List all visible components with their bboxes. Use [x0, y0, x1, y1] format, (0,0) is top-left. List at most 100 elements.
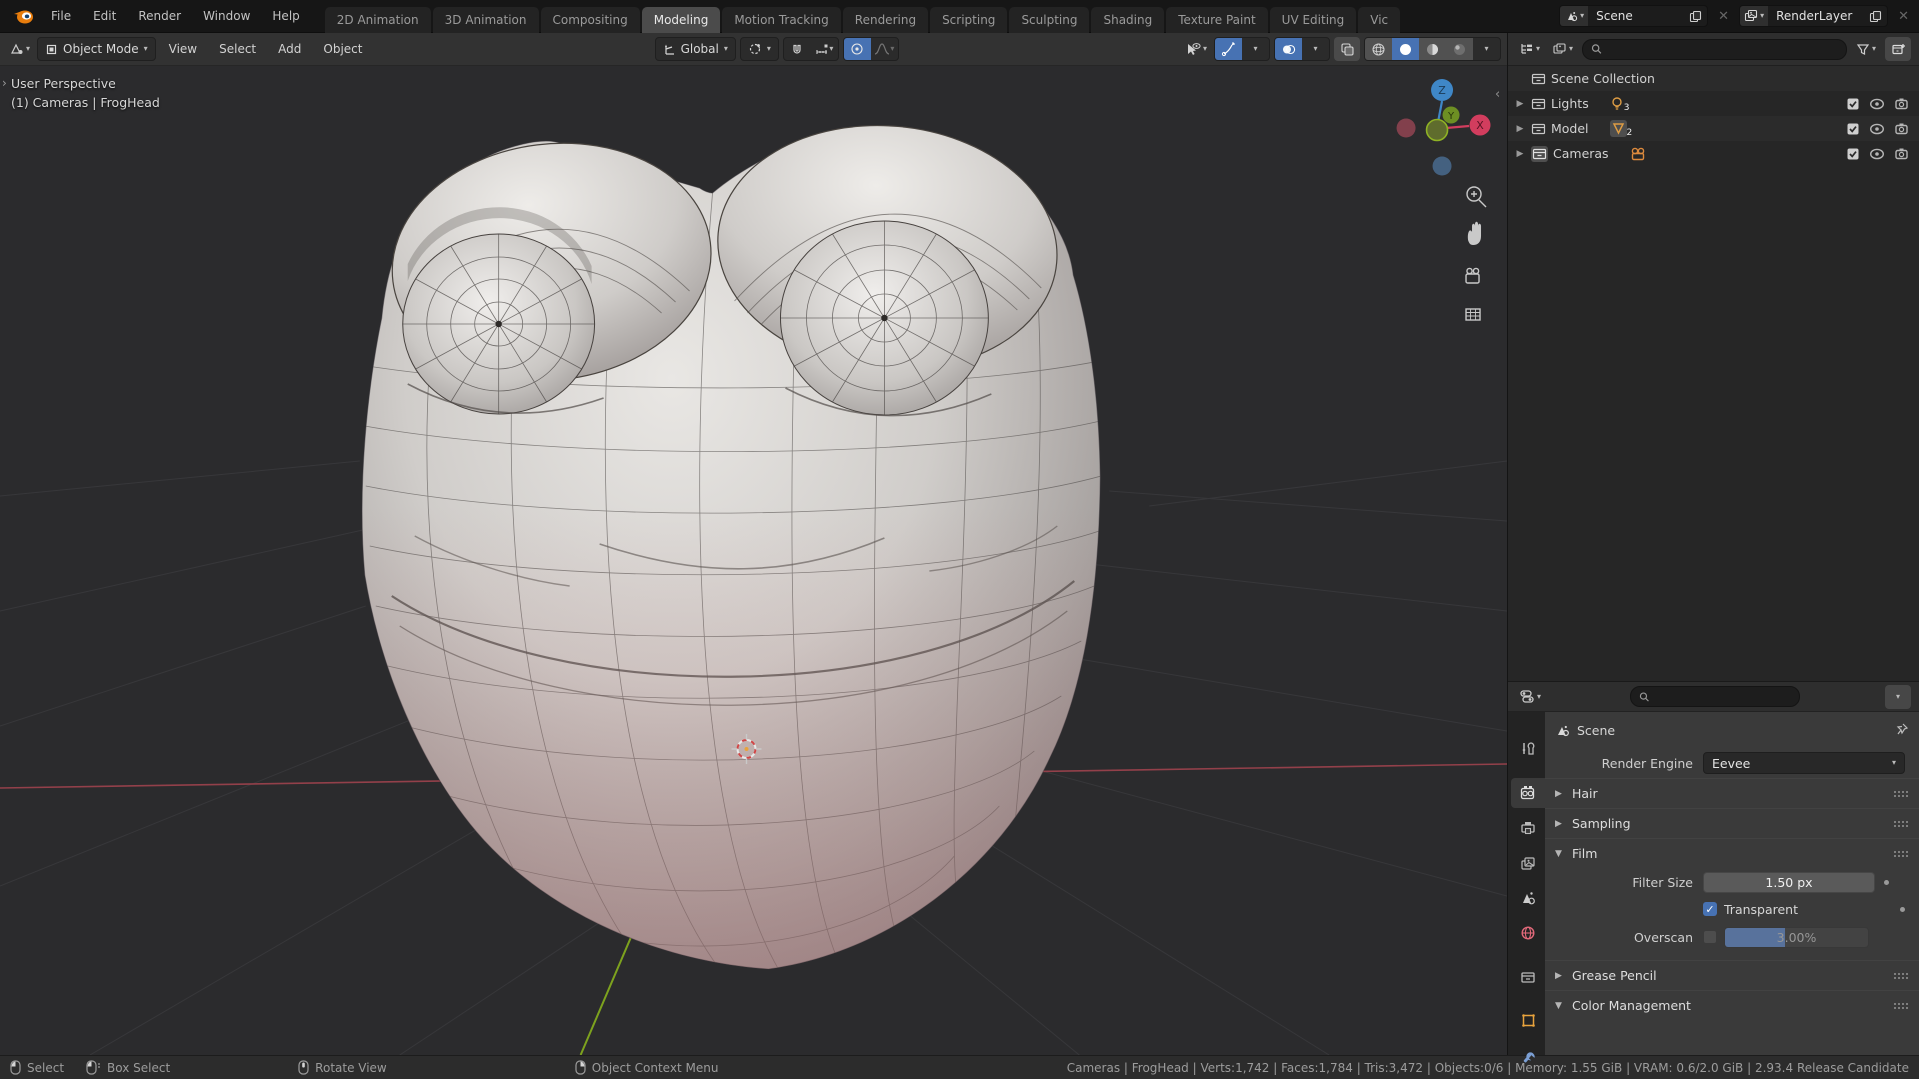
menu-object[interactable]: Object: [314, 37, 371, 61]
menu-view[interactable]: View: [160, 37, 206, 61]
mode-dropdown[interactable]: Object Mode ▾: [37, 37, 156, 61]
render-engine-dropdown[interactable]: Eevee ▾: [1703, 752, 1905, 774]
tab-uv-editing[interactable]: UV Editing: [1269, 6, 1357, 33]
panel-drag-grip[interactable]: [1893, 819, 1909, 828]
shading-solid-button[interactable]: [1392, 38, 1420, 60]
panel-drag-grip[interactable]: [1893, 789, 1909, 798]
shading-wireframe-button[interactable]: [1365, 38, 1393, 60]
gizmo-z-neg-axis[interactable]: [1432, 156, 1452, 176]
pivot-point-dropdown[interactable]: ▾: [739, 37, 779, 61]
properties-options-dropdown[interactable]: ▾: [1884, 684, 1911, 709]
menu-select[interactable]: Select: [210, 37, 265, 61]
menu-help[interactable]: Help: [261, 0, 310, 33]
outliner-search-input[interactable]: [1608, 42, 1838, 56]
shading-rendered-button[interactable]: [1446, 38, 1474, 60]
tab-compositing[interactable]: Compositing: [540, 6, 640, 33]
outliner-editor-type-button[interactable]: ▾: [1516, 37, 1543, 61]
render-layer-name[interactable]: RenderLayer: [1768, 9, 1864, 23]
hide-eye-icon[interactable]: [1869, 148, 1885, 160]
hide-eye-icon[interactable]: [1869, 123, 1885, 135]
proportional-edit-toggle[interactable]: [843, 38, 871, 60]
new-collection-button[interactable]: [1885, 37, 1911, 61]
region-collapse-arrow[interactable]: ‹: [1495, 87, 1500, 102]
animate-dot[interactable]: [1900, 906, 1905, 912]
snap-toggle-button[interactable]: [784, 38, 811, 60]
outliner-search[interactable]: [1582, 38, 1847, 60]
tab-view-layer-properties[interactable]: [1511, 849, 1545, 879]
tab-video-editing-truncated[interactable]: Vic: [1358, 6, 1401, 33]
hide-eye-icon[interactable]: [1869, 98, 1885, 110]
selectable-checkbox-icon[interactable]: [1846, 122, 1860, 136]
tab-modifier-properties[interactable]: [1511, 1042, 1545, 1072]
tab-modeling[interactable]: Modeling: [641, 6, 721, 33]
properties-editor-type-button[interactable]: ▾: [1516, 685, 1544, 709]
render-layer-remove-button[interactable]: ✕: [1894, 9, 1913, 24]
menu-edit[interactable]: Edit: [82, 0, 127, 33]
panel-color-management[interactable]: ▼ Color Management: [1545, 990, 1919, 1020]
panel-hair[interactable]: ▶ Hair: [1545, 778, 1919, 808]
snap-settings-dropdown[interactable]: ▾: [811, 38, 838, 60]
render-layer-browse-button[interactable]: ▾: [1740, 6, 1769, 26]
tab-shading[interactable]: Shading: [1091, 6, 1165, 33]
selectable-checkbox-icon[interactable]: [1846, 97, 1860, 111]
tab-texture-paint[interactable]: Texture Paint: [1166, 6, 1268, 33]
tab-scripting[interactable]: Scripting: [930, 6, 1008, 33]
properties-search[interactable]: [1629, 686, 1800, 707]
editor-type-button[interactable]: ▾: [6, 37, 33, 61]
properties-search-input[interactable]: [1655, 689, 1791, 704]
tab-sculpting[interactable]: Sculpting: [1009, 6, 1090, 33]
tab-collection-properties[interactable]: [1511, 962, 1545, 992]
scene-name[interactable]: Scene: [1588, 9, 1684, 23]
tab-rendering[interactable]: Rendering: [842, 6, 929, 33]
menu-window[interactable]: Window: [192, 0, 261, 33]
panel-film[interactable]: ▼ Film: [1545, 838, 1919, 868]
transparent-checkbox[interactable]: ✓: [1703, 902, 1717, 916]
tab-render-properties[interactable]: [1511, 778, 1545, 808]
outliner-display-mode-dropdown[interactable]: ▾: [1549, 37, 1576, 61]
toolbar-expand-arrow[interactable]: ›: [2, 76, 7, 90]
pin-icon[interactable]: [1895, 722, 1909, 739]
tab-motion-tracking[interactable]: Motion Tracking: [722, 6, 841, 33]
scene-browse-button[interactable]: ▾: [1560, 6, 1589, 26]
render-visibility-camera-icon[interactable]: [1894, 97, 1909, 110]
gizmo-y-neg-axis[interactable]: [1425, 118, 1449, 142]
tab-output-properties[interactable]: [1511, 813, 1545, 843]
tab-2d-animation[interactable]: 2D Animation: [324, 6, 431, 33]
outliner-row-model[interactable]: ▶ Model 2: [1508, 116, 1919, 141]
panel-drag-grip[interactable]: [1893, 1001, 1909, 1010]
render-layer-new-button[interactable]: [1864, 10, 1887, 23]
menu-render[interactable]: Render: [127, 0, 192, 33]
scene-new-button[interactable]: [1684, 10, 1707, 23]
shading-material-button[interactable]: [1419, 38, 1447, 60]
proportional-falloff-dropdown[interactable]: ▾: [871, 38, 898, 60]
panel-sampling[interactable]: ▶ Sampling: [1545, 808, 1919, 838]
tab-object-properties[interactable]: [1511, 1005, 1545, 1035]
menu-add[interactable]: Add: [269, 37, 310, 61]
panel-grease-pencil[interactable]: ▶ Grease Pencil: [1545, 960, 1919, 990]
filter-size-slider[interactable]: 1.50 px: [1703, 871, 1875, 893]
outliner-row-scene-collection[interactable]: Scene Collection: [1508, 66, 1919, 91]
menu-file[interactable]: File: [40, 0, 82, 33]
show-overlays-toggle[interactable]: [1275, 38, 1303, 60]
tab-tool-properties[interactable]: [1511, 734, 1545, 764]
outliner-filter-dropdown[interactable]: ▾: [1853, 37, 1879, 61]
tab-scene-properties[interactable]: [1511, 883, 1545, 913]
blender-logo-icon[interactable]: [10, 5, 36, 27]
overscan-checkbox[interactable]: [1703, 930, 1717, 944]
overlays-settings-dropdown[interactable]: ▾: [1302, 38, 1329, 60]
tab-world-properties[interactable]: [1511, 918, 1545, 948]
selectable-checkbox-icon[interactable]: [1846, 147, 1860, 161]
show-gizmo-toggle[interactable]: [1215, 38, 1243, 60]
scene-unlink-button[interactable]: ✕: [1714, 9, 1733, 24]
shading-settings-dropdown[interactable]: ▾: [1473, 38, 1500, 60]
outliner-row-cameras[interactable]: ▶ Cameras: [1508, 141, 1919, 166]
render-visibility-camera-icon[interactable]: [1894, 147, 1909, 160]
overscan-slider[interactable]: 3.00%: [1724, 926, 1869, 948]
show-object-types-dropdown[interactable]: ▾: [1182, 37, 1210, 61]
render-visibility-camera-icon[interactable]: [1894, 122, 1909, 135]
panel-drag-grip[interactable]: [1893, 971, 1909, 980]
animate-dot[interactable]: [1884, 879, 1889, 885]
transform-orientation-dropdown[interactable]: Global ▾: [654, 37, 736, 61]
panel-drag-grip[interactable]: [1893, 849, 1909, 858]
viewport-canvas[interactable]: Z Y X ‹ › User Perspective (1) Cameras |…: [0, 66, 1507, 1055]
